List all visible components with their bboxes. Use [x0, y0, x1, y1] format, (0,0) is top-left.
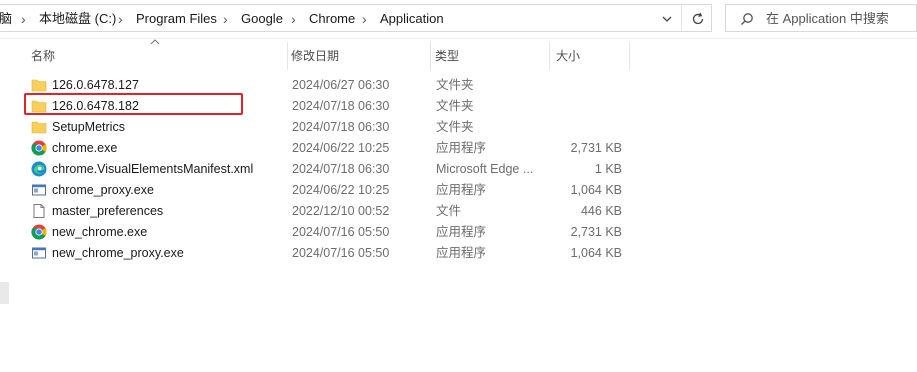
file-type: 应用程序 — [436, 183, 487, 197]
file-name: new_chrome.exe — [52, 225, 148, 239]
breadcrumb-application[interactable]: Application — [380, 5, 444, 33]
file-modified: 2024/07/16 05:50 — [292, 225, 390, 239]
file-row-setupmetrics[interactable]: SetupMetrics 2024/07/18 06:30 文件夹 — [22, 117, 634, 138]
column-divider[interactable] — [430, 42, 431, 70]
column-divider[interactable] — [629, 42, 630, 70]
file-size: 1,064 KB — [570, 183, 622, 197]
file-type: Microsoft Edge ... — [436, 162, 534, 176]
breadcrumb-program-files[interactable]: Program Files — [136, 5, 217, 33]
file-name: chrome.exe — [52, 141, 118, 155]
folder-icon — [31, 121, 47, 134]
sort-ascending-icon — [150, 39, 160, 45]
search-box[interactable]: 在 Application 中搜索 — [725, 4, 917, 32]
address-divider — [681, 5, 682, 31]
file-type: 文件夹 — [436, 99, 474, 113]
address-bar[interactable]: 脑 › 本地磁盘 (C:) › Program Files › Google ›… — [0, 4, 712, 32]
file-name: new_chrome_proxy.exe — [52, 246, 184, 260]
column-header: 名称 修改日期 类型 大小 — [22, 39, 634, 70]
file-modified: 2024/07/18 06:30 — [292, 120, 390, 134]
file-size: 2,731 KB — [570, 141, 622, 155]
file-row-master-preferences[interactable]: master_preferences 2022/12/10 00:52 文件 4… — [22, 201, 634, 222]
file-modified: 2024/07/18 06:30 — [292, 162, 390, 176]
breadcrumb-separator[interactable]: › — [362, 5, 367, 33]
file-icon — [33, 204, 45, 218]
file-size: 2,731 KB — [570, 225, 622, 239]
breadcrumb-separator[interactable]: › — [291, 5, 296, 33]
chrome-icon — [31, 224, 47, 240]
chevron-down-icon — [662, 16, 672, 22]
file-name: chrome.VisualElementsManifest.xml — [52, 162, 254, 176]
file-modified: 2022/12/10 00:52 — [292, 204, 390, 218]
toolbar: 脑 › 本地磁盘 (C:) › Program Files › Google ›… — [0, 0, 917, 39]
file-size: 1,064 KB — [570, 246, 622, 260]
file-name: chrome_proxy.exe — [52, 183, 154, 197]
search-icon — [741, 13, 753, 25]
file-size: 446 KB — [580, 204, 622, 218]
highlight-box — [24, 93, 243, 115]
file-type: 应用程序 — [436, 225, 487, 239]
file-size: 1 KB — [594, 162, 622, 176]
refresh-icon — [692, 12, 704, 25]
file-modified: 2024/07/16 05:50 — [292, 246, 390, 260]
address-history-button[interactable] — [656, 5, 678, 33]
edge-icon — [31, 161, 47, 177]
column-divider[interactable] — [287, 42, 288, 70]
file-type: 文件夹 — [436, 78, 474, 92]
search-input[interactable]: 在 Application 中搜索 — [766, 5, 889, 33]
breadcrumb-separator[interactable]: › — [223, 5, 228, 33]
file-type: 应用程序 — [436, 141, 487, 155]
chrome-icon — [31, 140, 47, 156]
breadcrumb-google[interactable]: Google — [241, 5, 283, 33]
app-window-icon — [32, 184, 46, 196]
file-modified: 2024/06/22 10:25 — [292, 141, 390, 155]
breadcrumb-local-disk[interactable]: 本地磁盘 (C:) — [39, 5, 116, 33]
breadcrumb-chrome[interactable]: Chrome — [309, 5, 355, 33]
navigation-pane-scrollbar[interactable] — [0, 282, 9, 304]
file-type: 应用程序 — [436, 246, 487, 260]
file-type: 文件 — [436, 204, 462, 218]
breadcrumb-separator[interactable]: › — [21, 5, 26, 33]
refresh-button[interactable] — [687, 5, 709, 33]
file-name: SetupMetrics — [52, 120, 125, 134]
column-name[interactable]: 名称 — [31, 42, 55, 70]
file-modified: 2024/07/18 06:30 — [292, 99, 390, 113]
app-window-icon — [32, 247, 46, 259]
column-divider[interactable] — [549, 42, 550, 70]
file-type: 文件夹 — [436, 120, 474, 134]
file-name: master_preferences — [52, 204, 164, 218]
file-row-new-chrome-exe[interactable]: new_chrome.exe 2024/07/16 05:50 应用程序 2,7… — [22, 222, 634, 243]
file-row-new-chrome-proxy-exe[interactable]: new_chrome_proxy.exe 2024/07/16 05:50 应用… — [22, 243, 634, 264]
column-size[interactable]: 大小 — [556, 42, 580, 70]
file-row-visual-elements-manifest[interactable]: chrome.VisualElementsManifest.xml 2024/0… — [22, 159, 634, 180]
folder-icon — [31, 79, 47, 92]
file-row-chrome-exe[interactable]: chrome.exe 2024/06/22 10:25 应用程序 2,731 K… — [22, 138, 634, 159]
column-type[interactable]: 类型 — [435, 42, 459, 70]
file-modified: 2024/06/22 10:25 — [292, 183, 390, 197]
breadcrumb-this-pc[interactable]: 脑 — [0, 5, 12, 33]
file-row-chrome-proxy-exe[interactable]: chrome_proxy.exe 2024/06/22 10:25 应用程序 1… — [22, 180, 634, 201]
file-modified: 2024/06/27 06:30 — [292, 78, 390, 92]
breadcrumb-separator[interactable]: › — [118, 5, 123, 33]
column-modified[interactable]: 修改日期 — [291, 42, 339, 70]
